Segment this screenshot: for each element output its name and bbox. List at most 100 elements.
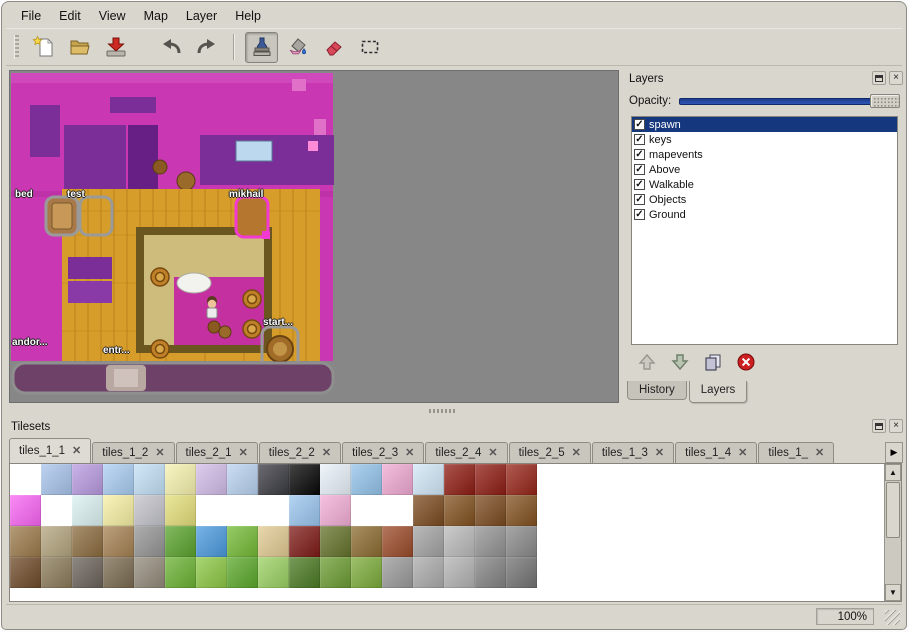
tileset-vertical-scrollbar[interactable]: ▲ ▼ xyxy=(884,464,901,601)
tile[interactable] xyxy=(320,464,351,495)
menu-layer[interactable]: Layer xyxy=(177,6,226,26)
tile[interactable] xyxy=(103,464,134,495)
layers-panel-titlebar[interactable]: Layers × xyxy=(624,70,905,88)
tile[interactable] xyxy=(320,526,351,557)
layer-visibility-checkbox[interactable]: ✓ xyxy=(634,149,645,160)
tilesets-panel-titlebar[interactable]: Tilesets × xyxy=(6,418,905,436)
tileset-tab-tiles_2_5[interactable]: tiles_2_5✕ xyxy=(509,442,591,463)
opacity-slider[interactable] xyxy=(679,93,900,109)
tile[interactable] xyxy=(103,526,134,557)
tile[interactable] xyxy=(351,557,382,588)
tile[interactable] xyxy=(10,526,41,557)
tile[interactable] xyxy=(289,557,320,588)
tile[interactable] xyxy=(289,464,320,495)
layer-row-Walkable[interactable]: ✓Walkable xyxy=(632,177,897,192)
menu-view[interactable]: View xyxy=(90,6,135,26)
duplicate-layer-button[interactable] xyxy=(700,349,726,375)
horizontal-splitter[interactable] xyxy=(9,405,905,416)
raise-layer-button[interactable] xyxy=(634,349,660,375)
tile[interactable] xyxy=(320,557,351,588)
tile[interactable] xyxy=(413,464,444,495)
layer-row-spawn[interactable]: ✓spawn xyxy=(632,117,897,132)
resize-grip[interactable] xyxy=(885,610,900,625)
map-canvas[interactable]: bed test mikhail start... entr... andor.… xyxy=(9,70,619,403)
tile[interactable] xyxy=(227,495,258,526)
tile[interactable] xyxy=(165,526,196,557)
float-panel-button[interactable] xyxy=(872,71,886,85)
tile[interactable] xyxy=(289,495,320,526)
tile[interactable] xyxy=(444,557,475,588)
tile[interactable] xyxy=(196,557,227,588)
tileset-tab-tiles_1_1[interactable]: tiles_1_1✕ xyxy=(9,438,91,463)
tile[interactable] xyxy=(41,557,72,588)
tile[interactable] xyxy=(351,526,382,557)
tileset-tab-tiles_2_1[interactable]: tiles_2_1✕ xyxy=(176,442,258,463)
tile[interactable] xyxy=(134,495,165,526)
tile[interactable] xyxy=(258,526,289,557)
tileset-tab-tiles_2_2[interactable]: tiles_2_2✕ xyxy=(259,442,341,463)
layer-visibility-checkbox[interactable]: ✓ xyxy=(634,164,645,175)
tileset-tab-tiles_2_4[interactable]: tiles_2_4✕ xyxy=(425,442,507,463)
tile[interactable] xyxy=(289,526,320,557)
tile[interactable] xyxy=(320,495,351,526)
menu-map[interactable]: Map xyxy=(135,6,177,26)
layer-row-Ground[interactable]: ✓Ground xyxy=(632,207,897,222)
tileset-view[interactable]: ▲ ▼ xyxy=(9,463,902,602)
tile[interactable] xyxy=(103,557,134,588)
tile[interactable] xyxy=(165,464,196,495)
layer-row-mapevents[interactable]: ✓mapevents xyxy=(632,147,897,162)
tile[interactable] xyxy=(351,495,382,526)
tile[interactable] xyxy=(506,495,537,526)
tab-history[interactable]: History xyxy=(627,381,687,400)
tile[interactable] xyxy=(227,464,258,495)
close-panel-button[interactable]: × xyxy=(889,71,903,85)
tile[interactable] xyxy=(475,557,506,588)
tile[interactable] xyxy=(227,557,258,588)
tab-close-icon[interactable]: ✕ xyxy=(405,448,414,459)
tile[interactable] xyxy=(382,495,413,526)
open-file-button[interactable] xyxy=(63,32,96,63)
scrollbar-thumb[interactable] xyxy=(886,482,900,538)
tileset-tab-tiles_1_4[interactable]: tiles_1_4✕ xyxy=(675,442,757,463)
tile[interactable] xyxy=(382,464,413,495)
rectangular-select-tool-button[interactable] xyxy=(353,32,386,63)
tile[interactable] xyxy=(444,495,475,526)
save-button[interactable] xyxy=(99,32,132,63)
tile[interactable] xyxy=(382,526,413,557)
tile[interactable] xyxy=(10,495,41,526)
tile[interactable] xyxy=(72,495,103,526)
tab-close-icon[interactable]: ✕ xyxy=(655,448,664,459)
tab-close-icon[interactable]: ✕ xyxy=(738,448,747,459)
tab-close-icon[interactable]: ✕ xyxy=(72,446,81,457)
redo-button[interactable] xyxy=(190,32,223,63)
opacity-slider-track[interactable] xyxy=(679,98,900,105)
tile[interactable] xyxy=(196,526,227,557)
tileset-tab-tiles_1_[interactable]: tiles_1_✕ xyxy=(758,442,834,463)
tile[interactable] xyxy=(134,557,165,588)
tab-layers[interactable]: Layers xyxy=(689,381,748,403)
tile[interactable] xyxy=(72,526,103,557)
tile[interactable] xyxy=(258,495,289,526)
tile[interactable] xyxy=(475,526,506,557)
tile[interactable] xyxy=(258,464,289,495)
lower-layer-button[interactable] xyxy=(667,349,693,375)
stamp-brush-tool-button[interactable] xyxy=(245,32,278,63)
tile[interactable] xyxy=(196,464,227,495)
menu-help[interactable]: Help xyxy=(226,6,270,26)
layer-row-Above[interactable]: ✓Above xyxy=(632,162,897,177)
tile[interactable] xyxy=(10,464,41,495)
tab-close-icon[interactable]: ✕ xyxy=(815,448,824,459)
tab-close-icon[interactable]: ✕ xyxy=(239,448,248,459)
tile[interactable] xyxy=(41,464,72,495)
tile[interactable] xyxy=(227,526,258,557)
tile[interactable] xyxy=(444,526,475,557)
scroll-down-button[interactable]: ▼ xyxy=(885,584,901,601)
layer-row-Objects[interactable]: ✓Objects xyxy=(632,192,897,207)
tile[interactable] xyxy=(165,557,196,588)
tileset-tab-tiles_1_2[interactable]: tiles_1_2✕ xyxy=(92,442,174,463)
tile[interactable] xyxy=(506,526,537,557)
tile[interactable] xyxy=(382,557,413,588)
tab-close-icon[interactable]: ✕ xyxy=(572,448,581,459)
tile[interactable] xyxy=(134,464,165,495)
tile[interactable] xyxy=(506,557,537,588)
